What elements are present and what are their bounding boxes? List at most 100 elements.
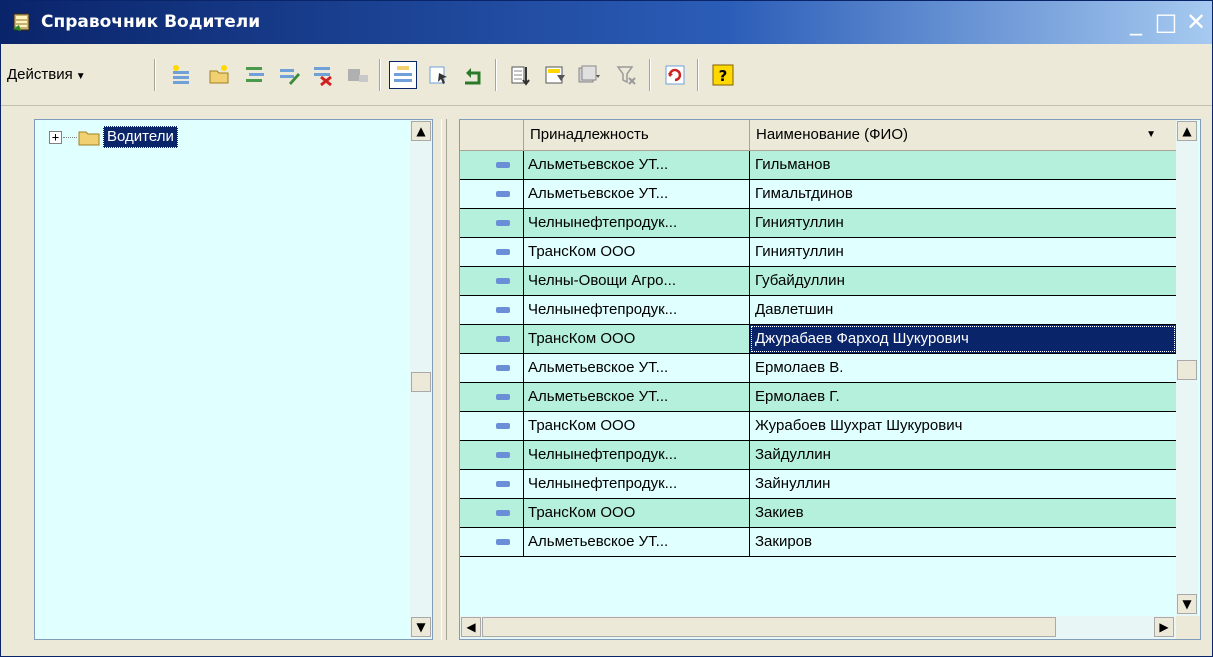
driver-name-cell[interactable]: Закиров	[750, 528, 1176, 556]
scroll-thumb[interactable]	[482, 617, 1056, 637]
org-cell[interactable]: ТрансКом ООО	[524, 499, 750, 527]
org-cell[interactable]: Челнынефтепродук...	[524, 296, 750, 324]
drivers-table[interactable]: Принадлежность Наименование (ФИО) ▼ Альме…	[459, 119, 1201, 640]
table-row[interactable]: Альметьевское УТ... Гильманов	[460, 151, 1176, 180]
org-cell[interactable]: Челнынефтепродук...	[524, 441, 750, 469]
row-icon-cell	[460, 151, 524, 179]
maximize-button[interactable]: □	[1151, 7, 1181, 37]
column-header-icon[interactable]	[460, 120, 524, 150]
scroll-up-icon[interactable]: ▲	[1177, 121, 1197, 141]
filter-value-button[interactable]	[541, 61, 569, 89]
row-icon-cell	[460, 383, 524, 411]
driver-name-cell[interactable]: Гильманов	[750, 151, 1176, 179]
group-tree-panel[interactable]: + Водители ▲ ▼	[34, 119, 433, 640]
toolbar-separator	[649, 59, 651, 91]
table-row[interactable]: Альметьевское УТ... Ермолаев В.	[460, 354, 1176, 383]
org-cell[interactable]: Челнынефтепродук...	[524, 209, 750, 237]
driver-name-cell[interactable]: Журабоев Шухрат Шукурович	[750, 412, 1176, 440]
help-button[interactable]: ?	[709, 61, 737, 89]
list-view-button[interactable]	[425, 61, 453, 89]
table-header: Принадлежность Наименование (ФИО) ▼	[460, 120, 1176, 151]
svg-text:?: ?	[719, 67, 728, 85]
tree-expand-icon[interactable]: +	[49, 130, 62, 144]
filter-button[interactable]	[507, 61, 535, 89]
dropdown-arrow-icon: ▼	[75, 71, 86, 82]
copy-item-button[interactable]	[241, 61, 269, 89]
column-header-name[interactable]: Наименование (ФИО) ▼	[750, 120, 1176, 150]
org-cell[interactable]: ТрансКом ООО	[524, 238, 750, 266]
minimize-button[interactable]: _	[1121, 7, 1151, 37]
driver-name-cell[interactable]: Закиев	[750, 499, 1176, 527]
table-vertical-scrollbar[interactable]: ▲ ▼	[1176, 120, 1198, 616]
add-item-button[interactable]	[167, 61, 195, 89]
table-row[interactable]: Челны-Овощи Агро... Губайдуллин	[460, 267, 1176, 296]
hierarchy-view-button[interactable]	[389, 61, 417, 89]
scroll-right-icon[interactable]: ▶	[1154, 617, 1174, 637]
table-row[interactable]: Челнынефтепродук... Давлетшин	[460, 296, 1176, 325]
org-cell[interactable]: ТрансКом ООО	[524, 412, 750, 440]
add-group-button[interactable]	[205, 61, 233, 89]
filter-history-button[interactable]	[575, 61, 603, 89]
org-cell[interactable]: Альметьевское УТ...	[524, 354, 750, 382]
org-cell[interactable]: ТрансКом ООО	[524, 325, 750, 353]
filter-value-icon	[545, 66, 565, 84]
scroll-thumb[interactable]	[1177, 360, 1197, 380]
refresh-icon	[665, 65, 685, 85]
tree-vertical-scrollbar[interactable]: ▲ ▼	[410, 120, 432, 639]
org-cell[interactable]: Альметьевское УТ...	[524, 180, 750, 208]
table-row[interactable]: Челнынефтепродук... Зайдуллин	[460, 441, 1176, 470]
row-icon-cell	[460, 412, 524, 440]
item-element-icon	[496, 249, 510, 255]
driver-name-cell[interactable]: Гиниятуллин	[750, 209, 1176, 237]
driver-name-cell[interactable]: Ермолаев В.	[750, 354, 1176, 382]
org-cell[interactable]: Альметьевское УТ...	[524, 151, 750, 179]
table-row[interactable]: Челнынефтепродук... Зайнуллин	[460, 470, 1176, 499]
table-row[interactable]: Альметьевское УТ... Закиров	[460, 528, 1176, 557]
driver-name-cell[interactable]: Джурабаев Фарход Шукурович	[750, 325, 1176, 353]
scroll-down-icon[interactable]: ▼	[1177, 594, 1197, 614]
sort-arrow-icon: ▼	[1146, 129, 1156, 140]
org-cell[interactable]: Альметьевское УТ...	[524, 528, 750, 556]
title-bar[interactable]: Справочник Водители _ □ ✕	[1, 1, 1212, 44]
table-row[interactable]: ТрансКом ООО Гиниятуллин	[460, 238, 1176, 267]
mark-delete-button[interactable]	[309, 61, 337, 89]
column-header-org[interactable]: Принадлежность	[524, 120, 750, 150]
driver-name-cell[interactable]: Зайдуллин	[750, 441, 1176, 469]
table-row[interactable]: Альметьевское УТ... Гимальтдинов	[460, 180, 1176, 209]
go-up-button[interactable]	[459, 61, 487, 89]
table-row[interactable]: ТрансКом ООО Журабоев Шухрат Шукурович	[460, 412, 1176, 441]
scroll-up-icon[interactable]: ▲	[411, 121, 431, 141]
item-element-icon	[496, 307, 510, 313]
item-element-icon	[496, 365, 510, 371]
driver-name-cell[interactable]: Губайдуллин	[750, 267, 1176, 295]
driver-name-cell[interactable]: Давлетшин	[750, 296, 1176, 324]
scroll-left-icon[interactable]: ◀	[461, 617, 481, 637]
org-cell[interactable]: Альметьевское УТ...	[524, 383, 750, 411]
scroll-thumb[interactable]	[411, 372, 431, 392]
edit-item-button[interactable]	[275, 61, 303, 89]
org-cell[interactable]: Челны-Овощи Агро...	[524, 267, 750, 295]
table-row[interactable]: Альметьевское УТ... Ермолаев Г.	[460, 383, 1176, 412]
table-horizontal-scrollbar[interactable]: ◀ ▶	[460, 616, 1176, 639]
table-row[interactable]: ТрансКом ООО Джурабаев Фарход Шукурович	[460, 325, 1176, 354]
close-button[interactable]: ✕	[1181, 7, 1211, 37]
filter-clear-button[interactable]	[613, 61, 641, 89]
org-cell[interactable]: Челнынефтепродук...	[524, 470, 750, 498]
refresh-button[interactable]	[661, 61, 689, 89]
table-row[interactable]: ТрансКом ООО Закиев	[460, 499, 1176, 528]
toolbar: Действия ▼ ?	[1, 45, 1212, 106]
panel-splitter[interactable]	[441, 119, 447, 640]
driver-name-cell[interactable]: Гиниятуллин	[750, 238, 1176, 266]
table-row[interactable]: Челнынефтепродук... Гиниятуллин	[460, 209, 1176, 238]
list-view-icon	[429, 66, 447, 84]
driver-name-cell[interactable]: Зайнуллин	[750, 470, 1176, 498]
scroll-down-icon[interactable]: ▼	[411, 617, 431, 637]
toolbar-separator	[379, 59, 381, 91]
toolbar-separator	[495, 59, 497, 91]
driver-name-cell[interactable]: Гимальтдинов	[750, 180, 1176, 208]
driver-name-cell[interactable]: Ермолаев Г.	[750, 383, 1176, 411]
row-icon-cell	[460, 354, 524, 382]
tree-node-drivers[interactable]: + Водители	[49, 125, 178, 149]
actions-menu-button[interactable]: Действия ▼	[5, 63, 88, 87]
tree-node-label[interactable]: Водители	[103, 126, 178, 148]
